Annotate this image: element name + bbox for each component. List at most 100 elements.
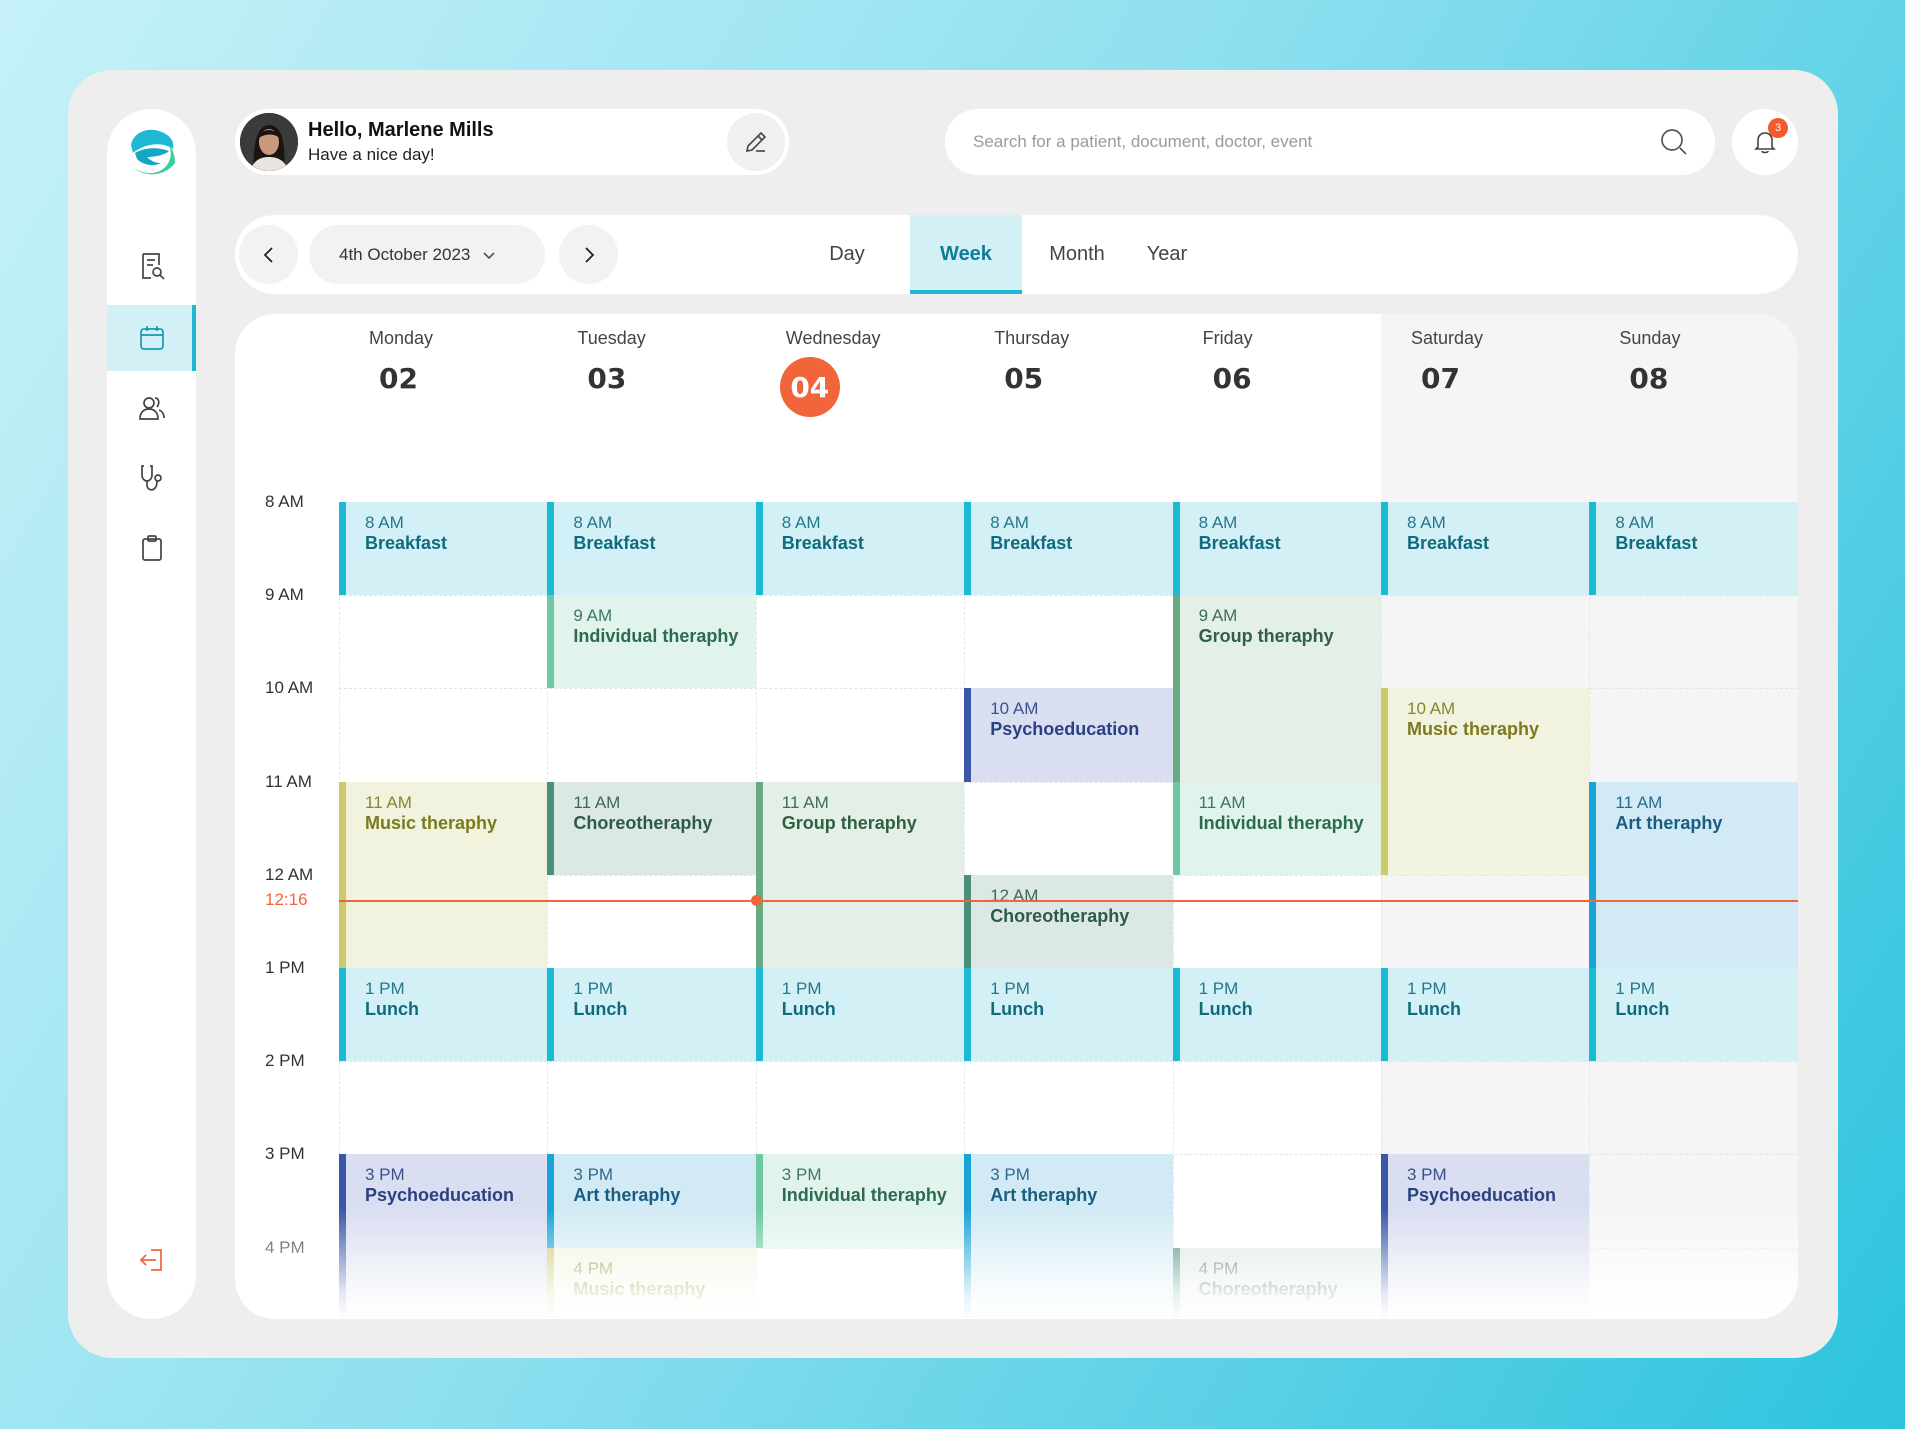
event-choreo[interactable]: 4 PM Choreotheraphy — [1172, 1247, 1381, 1319]
tab-month[interactable]: Month — [1022, 215, 1132, 294]
notifications-button[interactable]: 3 — [1732, 109, 1798, 175]
event-choreo[interactable]: 11 AM Choreotheraphy — [547, 781, 756, 875]
event-title: Music theraphy — [573, 1278, 706, 1299]
day-header-name[interactable]: Wednesday — [786, 328, 881, 349]
day-header-name[interactable]: Sunday — [1619, 328, 1680, 349]
event-meal[interactable]: 8 AM Breakfast — [1172, 502, 1381, 596]
event-meal[interactable]: 1 PM Lunch — [1381, 968, 1590, 1062]
event-time: 11 AM — [1615, 792, 1663, 812]
notification-badge: 3 — [1768, 118, 1788, 138]
avatar[interactable] — [240, 113, 298, 171]
day-header-number[interactable]: 06 — [1213, 362, 1252, 395]
event-art[interactable]: 3 PM Art theraphy — [964, 1154, 1173, 1319]
sidebar-item-doctors[interactable] — [107, 445, 196, 511]
day-header-name[interactable]: Monday — [369, 328, 433, 349]
day-header-number[interactable]: 03 — [587, 362, 626, 395]
event-title: Lunch — [1615, 999, 1670, 1019]
event-time: 10 AM — [1407, 699, 1456, 719]
hour-label: 12 AM — [265, 864, 314, 884]
event-time: 1 PM — [573, 979, 614, 998]
hour-label: 2 PM — [265, 1051, 305, 1071]
event-meal[interactable]: 1 PM Lunch — [339, 968, 548, 1062]
event-title: Art theraphy — [1615, 812, 1723, 833]
event-title: Music theraphy — [1407, 719, 1540, 740]
app-logo[interactable] — [125, 123, 179, 183]
event-art[interactable]: 11 AM Art theraphy — [1589, 781, 1798, 968]
day-header-name[interactable]: Saturday — [1411, 328, 1483, 349]
event-group[interactable]: 11 AM Group theraphy — [755, 781, 965, 968]
tab-day[interactable]: Day — [805, 215, 889, 294]
today-date-badge[interactable]: 04 — [779, 357, 840, 417]
event-time: 12 AM — [990, 885, 1039, 905]
week-calendar: Monday 02 Tuesday 03 Wednesday 04 Thursday 05 Fr… — [235, 314, 1798, 1319]
event-individual[interactable]: 3 PM Individual theraphy — [755, 1154, 965, 1248]
event-meal[interactable]: 8 AM Breakfast — [339, 502, 548, 596]
event-group[interactable]: 9 AM Group theraphy — [1172, 595, 1381, 782]
event-title: Individual theraphy — [573, 626, 739, 647]
event-music[interactable]: 10 AM Music theraphy — [1381, 688, 1590, 875]
event-meal[interactable]: 1 PM Lunch — [1172, 968, 1381, 1062]
event-time: 8 AM — [1615, 513, 1655, 532]
event-title: Breakfast — [990, 533, 1073, 553]
event-time: 9 AM — [573, 606, 613, 626]
sidebar-item-documents[interactable] — [107, 233, 196, 299]
event-meal[interactable]: 1 PM Lunch — [755, 968, 965, 1062]
event-time: 1 PM — [781, 979, 822, 998]
tab-year[interactable]: Year — [1132, 215, 1202, 294]
event-time: 8 AM — [365, 513, 404, 532]
event-title: Breakfast — [1198, 533, 1281, 553]
logout-icon — [139, 1249, 162, 1271]
event-title: Individual theraphy — [781, 1185, 947, 1206]
sidebar-item-patients[interactable] — [107, 375, 196, 441]
date-picker[interactable]: 4th October 2023 — [309, 225, 545, 284]
event-time: 3 PM — [781, 1165, 822, 1185]
sidebar-item-records[interactable] — [107, 515, 196, 581]
event-individual[interactable]: 11 AM Individual theraphy — [1172, 781, 1381, 875]
event-psycho[interactable]: 3 PM Psychoeducation — [1381, 1154, 1590, 1319]
search-input[interactable] — [973, 109, 1623, 175]
event-meal[interactable]: 1 PM Lunch — [964, 968, 1173, 1062]
event-psycho[interactable]: 3 PM Psychoeducation — [339, 1154, 548, 1319]
day-header-number[interactable]: 02 — [379, 362, 418, 395]
day-header-number[interactable]: 05 — [1004, 362, 1043, 395]
event-music[interactable]: 11 AM Music theraphy — [339, 781, 548, 968]
event-meal[interactable]: 8 AM Breakfast — [1381, 502, 1590, 596]
logout-button[interactable] — [107, 1227, 196, 1293]
sidebar-item-calendar[interactable] — [107, 305, 196, 371]
event-time: 3 PM — [990, 1165, 1030, 1185]
current-time-dot — [750, 894, 762, 906]
previous-button[interactable] — [239, 225, 298, 284]
event-time: 1 PM — [1198, 979, 1239, 998]
hour-label: 8 AM — [265, 492, 304, 511]
day-header-number[interactable]: 07 — [1421, 362, 1460, 395]
event-meal[interactable]: 1 PM Lunch — [1589, 968, 1798, 1062]
event-music[interactable]: 4 PM Music theraphy — [547, 1247, 756, 1319]
event-meal[interactable]: 8 AM Breakfast — [964, 502, 1173, 596]
event-title: Choreotheraphy — [573, 812, 713, 833]
event-title: Art theraphy — [573, 1185, 681, 1206]
event-meal[interactable]: 1 PM Lunch — [547, 968, 756, 1062]
edit-profile-button[interactable] — [727, 113, 785, 171]
tab-week[interactable]: Week — [910, 215, 1022, 294]
next-button[interactable] — [559, 225, 618, 284]
search-icon[interactable] — [1659, 127, 1689, 157]
event-art[interactable]: 3 PM Art theraphy — [547, 1154, 756, 1248]
patients-icon — [138, 397, 165, 420]
clipboard-icon — [141, 535, 162, 561]
event-individual[interactable]: 9 AM Individual theraphy — [547, 595, 756, 689]
event-time: 8 AM — [781, 513, 821, 532]
day-header-number[interactable]: 08 — [1629, 362, 1668, 395]
event-title: Lunch — [573, 999, 628, 1019]
event-meal[interactable]: 8 AM Breakfast — [547, 502, 756, 596]
pencil-icon — [745, 131, 767, 153]
day-header-name[interactable]: Friday — [1203, 328, 1253, 349]
day-header-name[interactable]: Thursday — [994, 328, 1069, 349]
event-title: Lunch — [365, 999, 419, 1019]
day-header-name[interactable]: Tuesday — [577, 328, 645, 349]
event-meal[interactable]: 8 AM Breakfast — [755, 502, 965, 596]
event-choreo[interactable]: 12 AM Choreotheraphy — [964, 874, 1173, 968]
hour-label: 1 PM — [265, 958, 305, 977]
event-psycho[interactable]: 10 AM Psychoeducation — [964, 688, 1173, 782]
event-time: 11 AM — [1198, 792, 1246, 812]
event-meal[interactable]: 8 AM Breakfast — [1589, 502, 1798, 596]
